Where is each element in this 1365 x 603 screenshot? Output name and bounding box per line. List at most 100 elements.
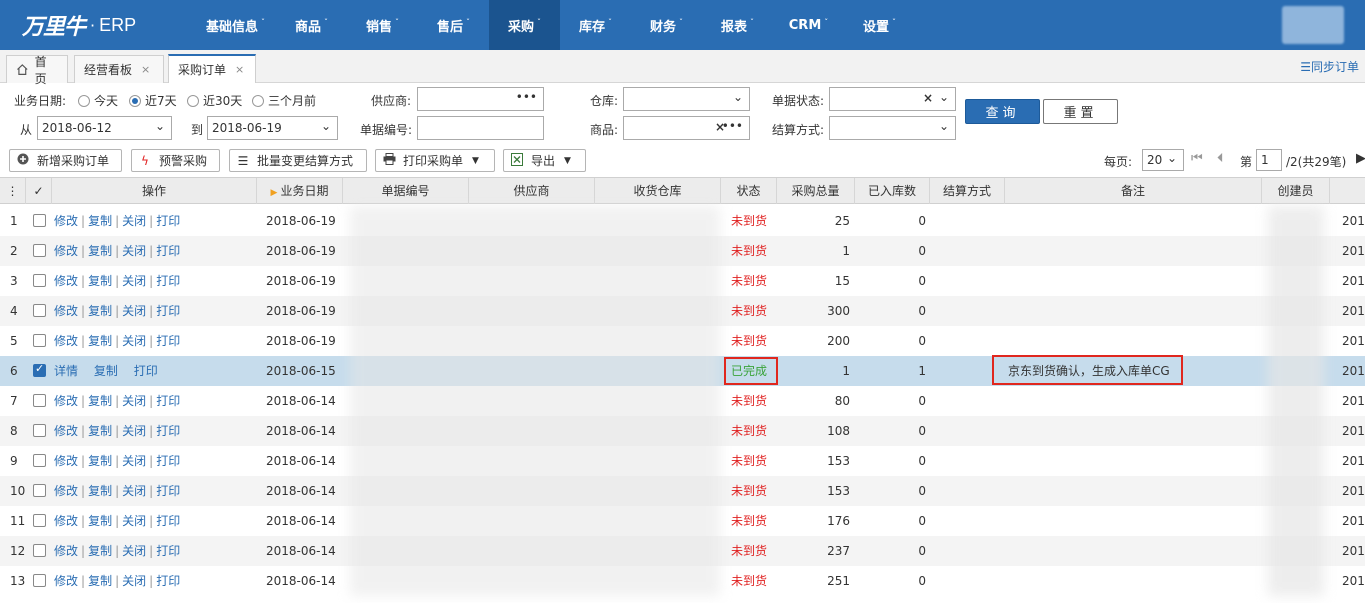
action-print-link[interactable]: 打印 (156, 514, 180, 528)
action-close-link[interactable]: 关闭 (122, 334, 146, 348)
warning-purchase-button[interactable]: ϟ 预警采购 (131, 149, 220, 172)
action-copy-link[interactable]: 复制 (88, 334, 112, 348)
action-close-link[interactable]: 关闭 (122, 424, 146, 438)
nav-item-0[interactable]: 基础信息 ˇ (195, 0, 276, 50)
action-detail-link[interactable]: 详情 (54, 364, 78, 378)
per-page-select[interactable]: 20 ⌄ (1142, 149, 1184, 171)
nav-item-2[interactable]: 销售 ˇ (347, 0, 418, 50)
action-print-link[interactable]: 打印 (156, 454, 180, 468)
column-header-date[interactable]: ▶ 业务日期 (257, 178, 343, 204)
action-edit-link[interactable]: 修改 (54, 484, 78, 498)
row-checkbox[interactable] (33, 214, 46, 227)
action-print-link[interactable]: 打印 (156, 244, 180, 258)
action-close-link[interactable]: 关闭 (122, 574, 146, 588)
row-checkbox[interactable] (33, 304, 46, 317)
tab-purchase-order[interactable]: 采购订单 × (168, 54, 256, 83)
action-print-link[interactable]: 打印 (156, 304, 180, 318)
action-copy-link[interactable]: 复制 (88, 484, 112, 498)
row-checkbox[interactable] (33, 514, 46, 527)
action-edit-link[interactable]: 修改 (54, 574, 78, 588)
docno-input[interactable] (417, 116, 544, 140)
reset-button[interactable]: 重置 (1043, 99, 1118, 124)
action-copy-link[interactable]: 复制 (94, 364, 118, 378)
row-checkbox[interactable] (33, 574, 46, 587)
add-purchase-order-button[interactable]: 新增采购订单 (9, 149, 122, 172)
action-copy-link[interactable]: 复制 (88, 214, 112, 228)
nav-item-8[interactable]: CRM ˇ (773, 0, 844, 50)
row-checkbox[interactable] (33, 424, 46, 437)
row-checkbox[interactable] (33, 362, 46, 377)
more-icon[interactable]: ••• (516, 90, 537, 104)
action-print-link[interactable]: 打印 (156, 544, 180, 558)
page-number-input[interactable]: 1 (1256, 149, 1282, 171)
nav-item-4[interactable]: 采购 ˇ (489, 0, 561, 50)
action-close-link[interactable]: 关闭 (122, 214, 146, 228)
row-checkbox[interactable] (33, 244, 46, 257)
to-date-input[interactable]: 2018-06-19 ⌄ (207, 116, 338, 140)
action-print-link[interactable]: 打印 (156, 274, 180, 288)
supplier-input[interactable]: ••• (417, 87, 544, 111)
close-icon[interactable]: × (235, 63, 244, 76)
first-page-icon[interactable]: ⏮ (1191, 151, 1203, 166)
prev-page-icon[interactable]: ⏴ (1217, 151, 1224, 166)
action-close-link[interactable]: 关闭 (122, 514, 146, 528)
action-print-link[interactable]: 打印 (156, 484, 180, 498)
row-checkbox[interactable] (33, 274, 46, 287)
action-print-link[interactable]: 打印 (156, 334, 180, 348)
settle-select[interactable]: ⌄ (829, 116, 956, 140)
action-edit-link[interactable]: 修改 (54, 544, 78, 558)
action-print-link[interactable]: 打印 (156, 394, 180, 408)
action-edit-link[interactable]: 修改 (54, 214, 78, 228)
column-menu-icon[interactable]: ⋮ (0, 178, 26, 204)
action-copy-link[interactable]: 复制 (88, 304, 112, 318)
tab-dashboard[interactable]: 经营看板 × (74, 55, 164, 83)
row-checkbox[interactable] (33, 484, 46, 497)
action-close-link[interactable]: 关闭 (122, 394, 146, 408)
action-print-link[interactable]: 打印 (134, 364, 158, 378)
from-date-input[interactable]: 2018-06-12 ⌄ (37, 116, 172, 140)
action-edit-link[interactable]: 修改 (54, 274, 78, 288)
more-icon[interactable]: ••• (722, 119, 743, 133)
action-edit-link[interactable]: 修改 (54, 514, 78, 528)
row-checkbox[interactable] (33, 334, 46, 347)
action-edit-link[interactable]: 修改 (54, 334, 78, 348)
close-icon[interactable]: × (141, 63, 150, 76)
nav-item-3[interactable]: 售后 ˇ (418, 0, 489, 50)
nav-item-5[interactable]: 库存 ˇ (560, 0, 631, 50)
nav-item-1[interactable]: 商品 ˇ (276, 0, 347, 50)
action-copy-link[interactable]: 复制 (88, 514, 112, 528)
action-close-link[interactable]: 关闭 (122, 544, 146, 558)
date-option-30days[interactable]: 近30天 (187, 92, 242, 109)
action-copy-link[interactable]: 复制 (88, 244, 112, 258)
row-checkbox[interactable] (33, 454, 46, 467)
next-page-icon[interactable]: ▶ (1356, 151, 1365, 166)
action-close-link[interactable]: 关闭 (122, 484, 146, 498)
nav-item-7[interactable]: 报表 ˇ (702, 0, 773, 50)
clear-icon[interactable]: × (923, 91, 933, 105)
action-copy-link[interactable]: 复制 (88, 424, 112, 438)
batch-change-settlement-button[interactable]: ☰ 批量变更结算方式 (229, 149, 367, 172)
action-copy-link[interactable]: 复制 (88, 274, 112, 288)
action-print-link[interactable]: 打印 (156, 214, 180, 228)
goods-input[interactable]: × ••• (623, 116, 750, 140)
action-edit-link[interactable]: 修改 (54, 304, 78, 318)
action-edit-link[interactable]: 修改 (54, 394, 78, 408)
action-print-link[interactable]: 打印 (156, 424, 180, 438)
action-close-link[interactable]: 关闭 (122, 304, 146, 318)
print-purchase-order-button[interactable]: 打印采购单 ▼ (375, 149, 495, 172)
date-option-7days[interactable]: 近7天 (129, 92, 177, 109)
date-option-today[interactable]: 今天 (78, 92, 118, 109)
user-avatar[interactable] (1282, 6, 1344, 44)
app-logo[interactable]: 万里牛 · ERP (22, 8, 136, 42)
action-copy-link[interactable]: 复制 (88, 544, 112, 558)
action-close-link[interactable]: 关闭 (122, 274, 146, 288)
action-edit-link[interactable]: 修改 (54, 244, 78, 258)
warehouse-select[interactable]: ⌄ (623, 87, 750, 111)
action-edit-link[interactable]: 修改 (54, 454, 78, 468)
action-edit-link[interactable]: 修改 (54, 424, 78, 438)
export-button[interactable]: 导出 ▼ (503, 149, 586, 172)
select-all-checkbox[interactable]: ✓ (26, 178, 52, 204)
action-print-link[interactable]: 打印 (156, 574, 180, 588)
row-checkbox[interactable] (33, 544, 46, 557)
action-copy-link[interactable]: 复制 (88, 574, 112, 588)
